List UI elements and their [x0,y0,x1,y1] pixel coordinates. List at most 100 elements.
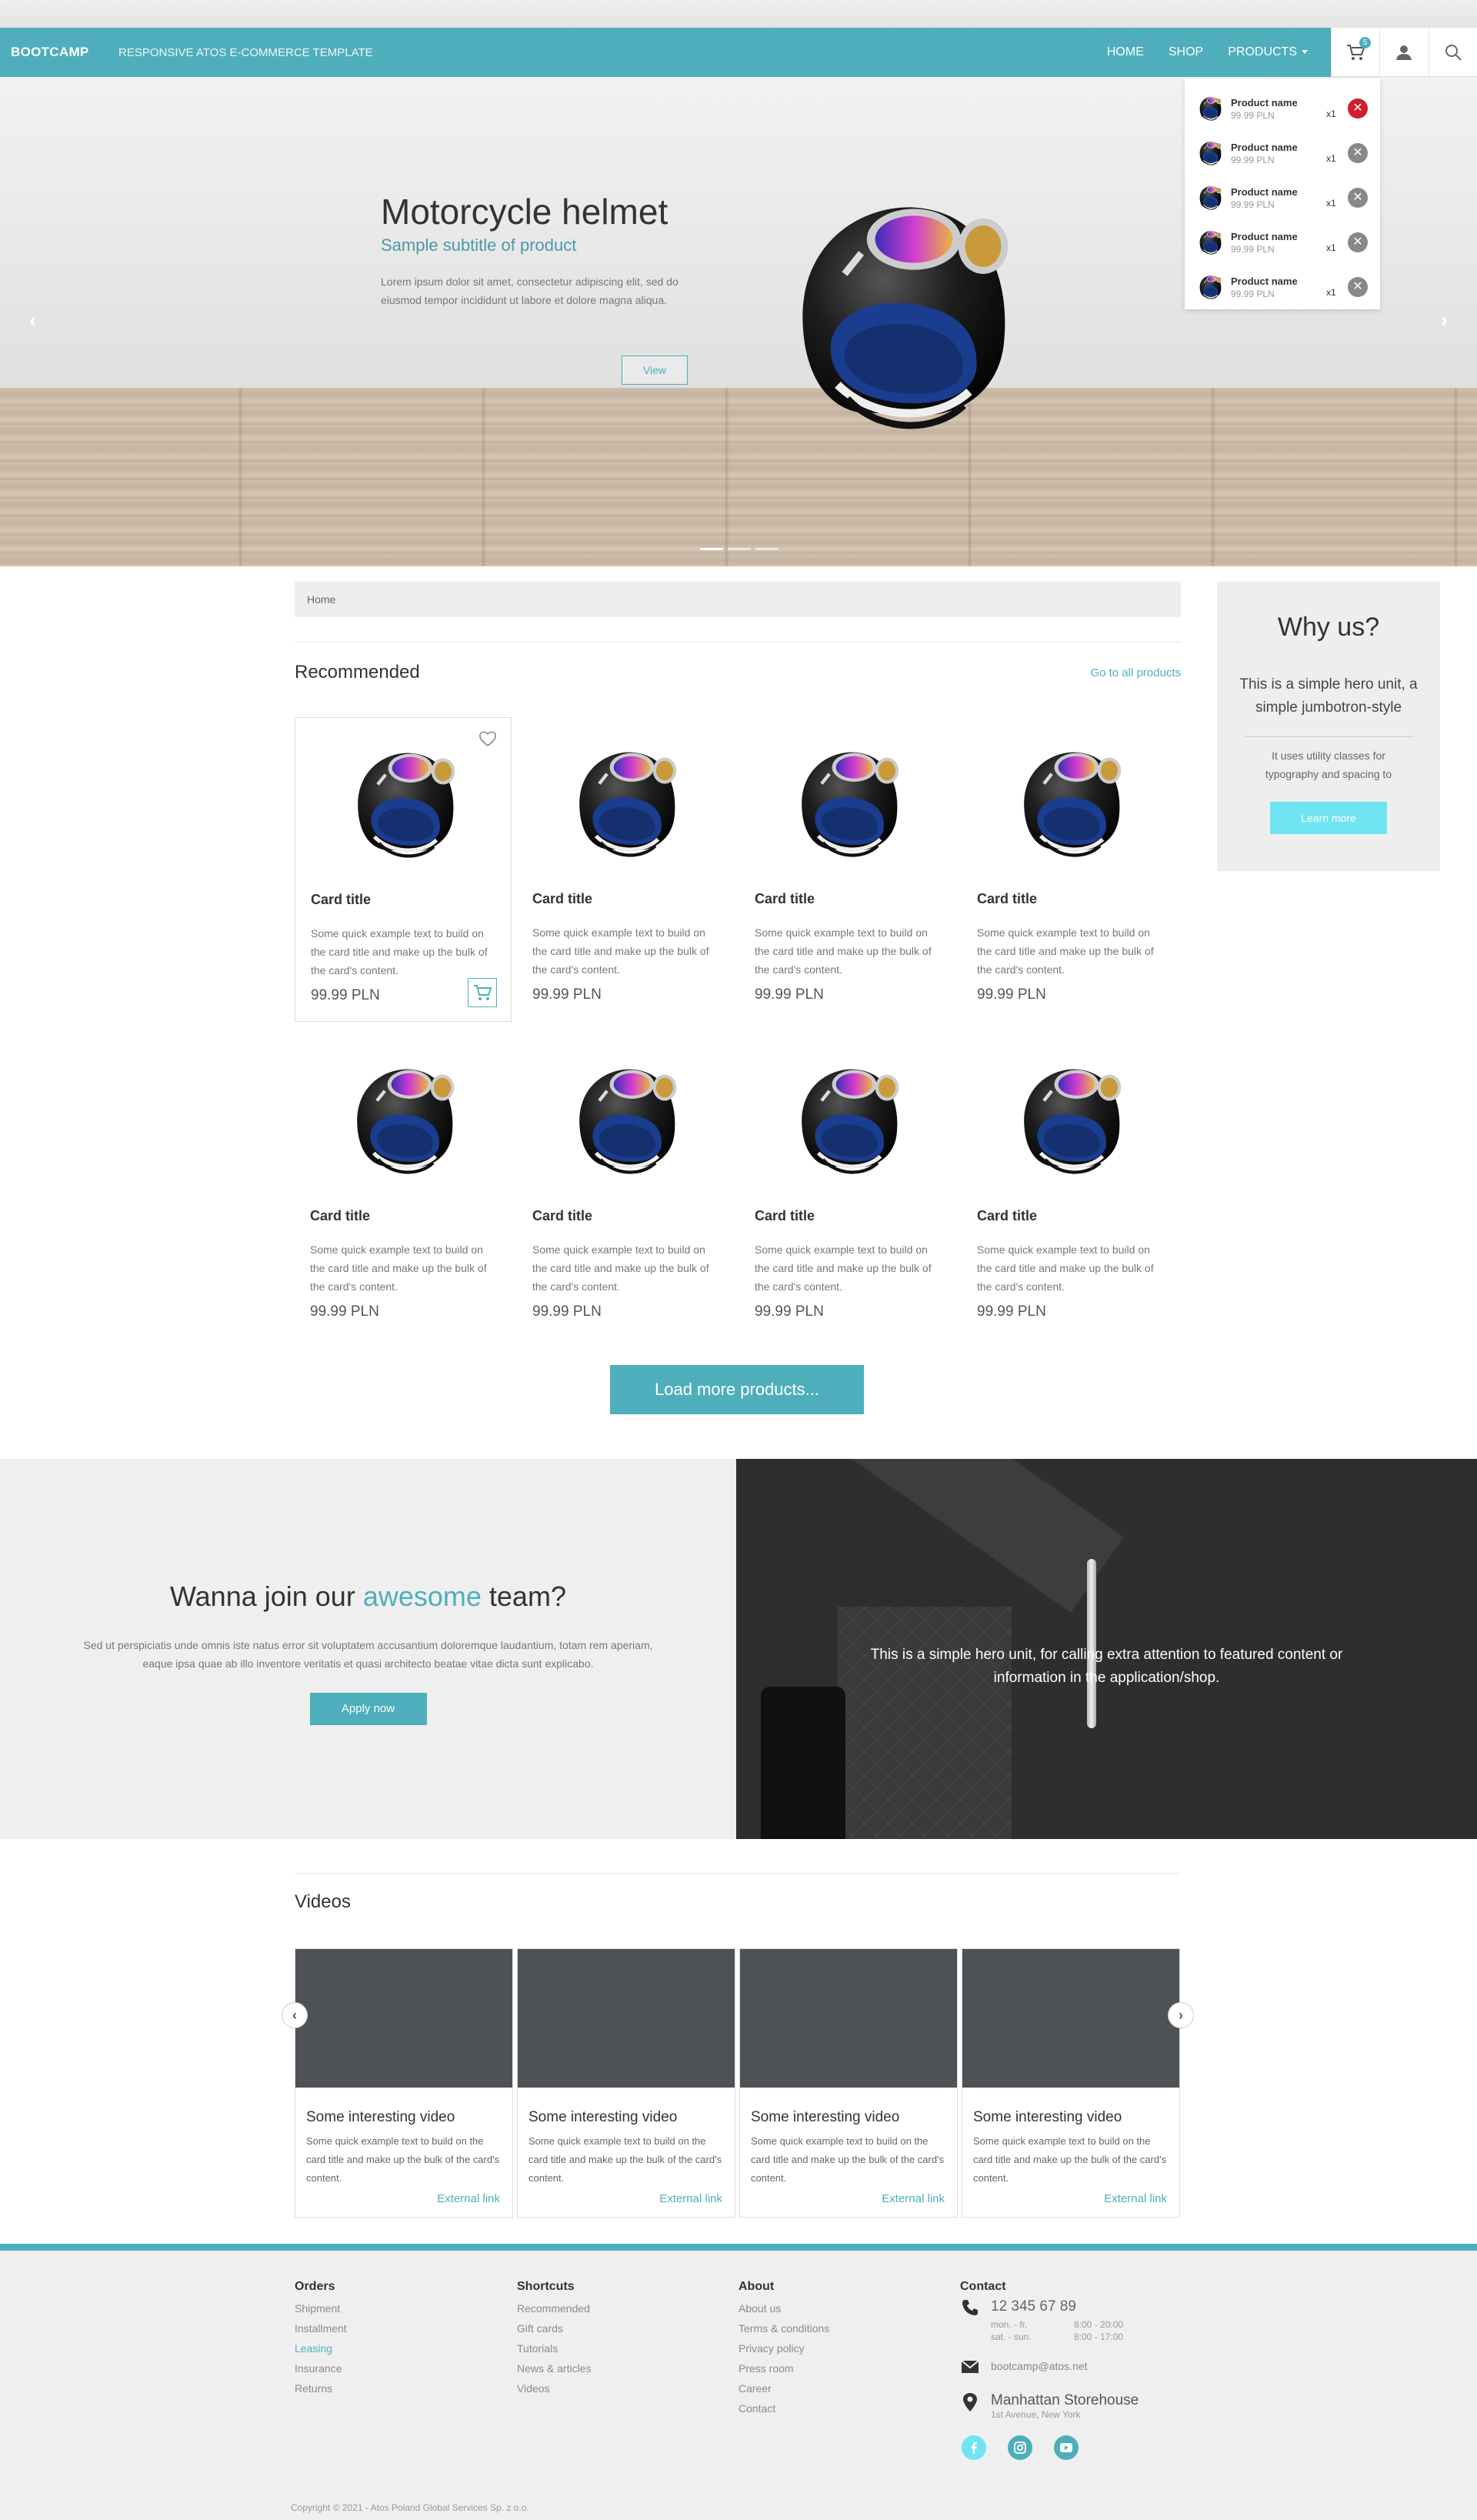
cart-button[interactable]: 5 [1331,28,1380,76]
product-card[interactable]: Card title Some quick example text to bu… [739,717,956,1022]
location-pin-icon [963,2393,977,2412]
footer-link[interactable]: Recommended [517,2298,591,2318]
apply-now-button[interactable]: Apply now [309,1693,427,1725]
carousel-indicator[interactable] [728,548,751,550]
video-thumbnail[interactable] [518,1949,735,2088]
footer-link[interactable]: Privacy policy [738,2338,829,2358]
cart-item-price: 99.99 PLN [1231,109,1275,121]
join-title-pre: Wanna join our [170,1580,363,1612]
video-text: Some quick example text to build on the … [306,2135,500,2184]
product-image [338,735,469,873]
youtube-icon[interactable] [1054,2435,1079,2460]
card-text: Some quick example text to build on the … [977,926,1154,976]
search-button[interactable] [1428,28,1477,76]
remove-item-icon[interactable]: ✕ [1348,232,1368,252]
load-more-button[interactable]: Load more products... [610,1365,864,1414]
carousel-indicator[interactable] [700,548,723,550]
footer-link[interactable]: Installment [295,2318,347,2338]
remove-item-icon[interactable]: ✕ [1348,98,1368,118]
footer-link[interactable]: Contact [738,2398,829,2418]
product-card[interactable]: Card title Some quick example text to bu… [962,717,1179,1022]
video-thumbnail[interactable] [962,1949,1179,2088]
brand-logo[interactable]: BOOTCAMP [11,45,89,60]
nav-icon-group: 5 [1331,28,1477,77]
all-products-link[interactable]: Go to all products [1090,666,1181,679]
cart-item-qty: x1 [1326,287,1336,298]
product-card[interactable]: Card title Some quick example text to bu… [517,1034,734,1339]
video-card[interactable]: Some interesting video Some quick exampl… [962,1948,1180,2218]
cart-item-name: Product name [1231,185,1298,198]
cart-item-price: 99.99 PLN [1231,288,1275,299]
external-link[interactable]: External link [659,2192,722,2205]
nav-home[interactable]: HOME [1107,45,1144,59]
mail-icon [961,2360,979,2373]
card-title: Card title [532,891,593,906]
breadcrumb-home[interactable]: Home [307,593,335,606]
instagram-icon[interactable] [1008,2435,1032,2460]
footer-link[interactable]: Insurance [295,2358,347,2378]
videos-title: Videos [295,1891,351,1912]
footer-link[interactable]: Press room [738,2358,829,2378]
footer-about-title: About [738,2280,775,2293]
footer-link[interactable]: News & articles [517,2358,591,2378]
product-card[interactable]: Card title Some quick example text to bu… [517,717,734,1022]
external-link[interactable]: External link [882,2192,945,2205]
remove-item-icon[interactable]: ✕ [1348,277,1368,297]
cart-item-name: Product name [1231,96,1298,108]
external-link[interactable]: External link [437,2192,500,2205]
remove-item-icon[interactable]: ✕ [1348,188,1368,208]
card-price: 99.99 PLN [977,986,1046,1003]
paper-decoration [736,1459,1124,1613]
videos-prev-button[interactable]: ‹ [282,2002,308,2028]
heart-icon[interactable] [478,730,497,747]
cart-plus-icon [474,985,492,1000]
video-thumbnail[interactable] [740,1949,957,2088]
footer-link[interactable]: Gift cards [517,2318,591,2338]
why-us-panel: Why us? This is a simple hero unit, a si… [1217,582,1440,871]
footer-link[interactable]: Returns [295,2378,347,2398]
remove-item-icon[interactable]: ✕ [1348,143,1368,163]
product-card[interactable]: Card title Some quick example text to bu… [295,1034,512,1339]
footer-link[interactable]: About us [738,2298,829,2318]
breadcrumb: Home [295,582,1181,617]
video-card[interactable]: Some interesting video Some quick exampl… [517,1948,735,2218]
card-text: Some quick example text to build on the … [977,1243,1154,1293]
external-link[interactable]: External link [1104,2192,1167,2205]
card-text: Some quick example text to build on the … [311,927,488,976]
video-card[interactable]: Some interesting video Some quick exampl… [739,1948,958,2218]
footer-link[interactable]: Tutorials [517,2338,591,2358]
facebook-icon[interactable] [962,2435,986,2460]
hero-title: Motorcycle helmet [381,192,668,232]
footer-link[interactable]: Terms & conditions [738,2318,829,2338]
videos-next-button[interactable]: › [1168,2002,1194,2028]
cart-item: Product name 99.99 PLN x1 ✕ [1195,175,1369,220]
cart-item-thumbnail [1195,272,1225,302]
email-address[interactable]: bootcamp@atos.net [991,2360,1088,2372]
join-title: Wanna join our awesome team? [0,1580,736,1613]
join-text: Sed ut perspiciatis unde omnis iste natu… [83,1639,653,1670]
footer-link[interactable]: Leasing [295,2338,347,2358]
add-to-cart-button[interactable] [468,978,497,1007]
footer-link[interactable]: Career [738,2378,829,2398]
product-card[interactable]: Card title Some quick example text to bu… [739,1034,956,1339]
product-image [560,1051,691,1190]
account-button[interactable] [1379,28,1428,76]
nav-products-dropdown[interactable]: PRODUCTS [1228,45,1308,59]
main-nav: HOME SHOP PRODUCTS [1107,28,1308,77]
footer-link[interactable]: Shipment [295,2298,347,2318]
video-card[interactable]: Some interesting video Some quick exampl… [295,1948,513,2218]
product-card[interactable]: Card title Some quick example text to bu… [962,1034,1179,1339]
hero-next-arrow[interactable]: › [1441,308,1448,332]
card-price: 99.99 PLN [310,1303,379,1320]
video-thumbnail[interactable] [295,1949,512,2088]
nav-shop[interactable]: SHOP [1169,45,1203,59]
learn-more-button[interactable]: Learn more [1270,802,1387,834]
dark-hero-text: This is a simple hero unit, for calling … [870,1647,1343,1686]
hero-view-button[interactable]: View [622,355,688,385]
hero-prev-arrow[interactable]: ‹ [29,308,36,332]
footer-link[interactable]: Videos [517,2378,591,2398]
card-title: Card title [311,892,372,907]
product-card[interactable]: Card title Some quick example text to bu… [295,717,512,1022]
carousel-indicator[interactable] [755,548,779,550]
cart-item-qty: x1 [1326,108,1336,119]
